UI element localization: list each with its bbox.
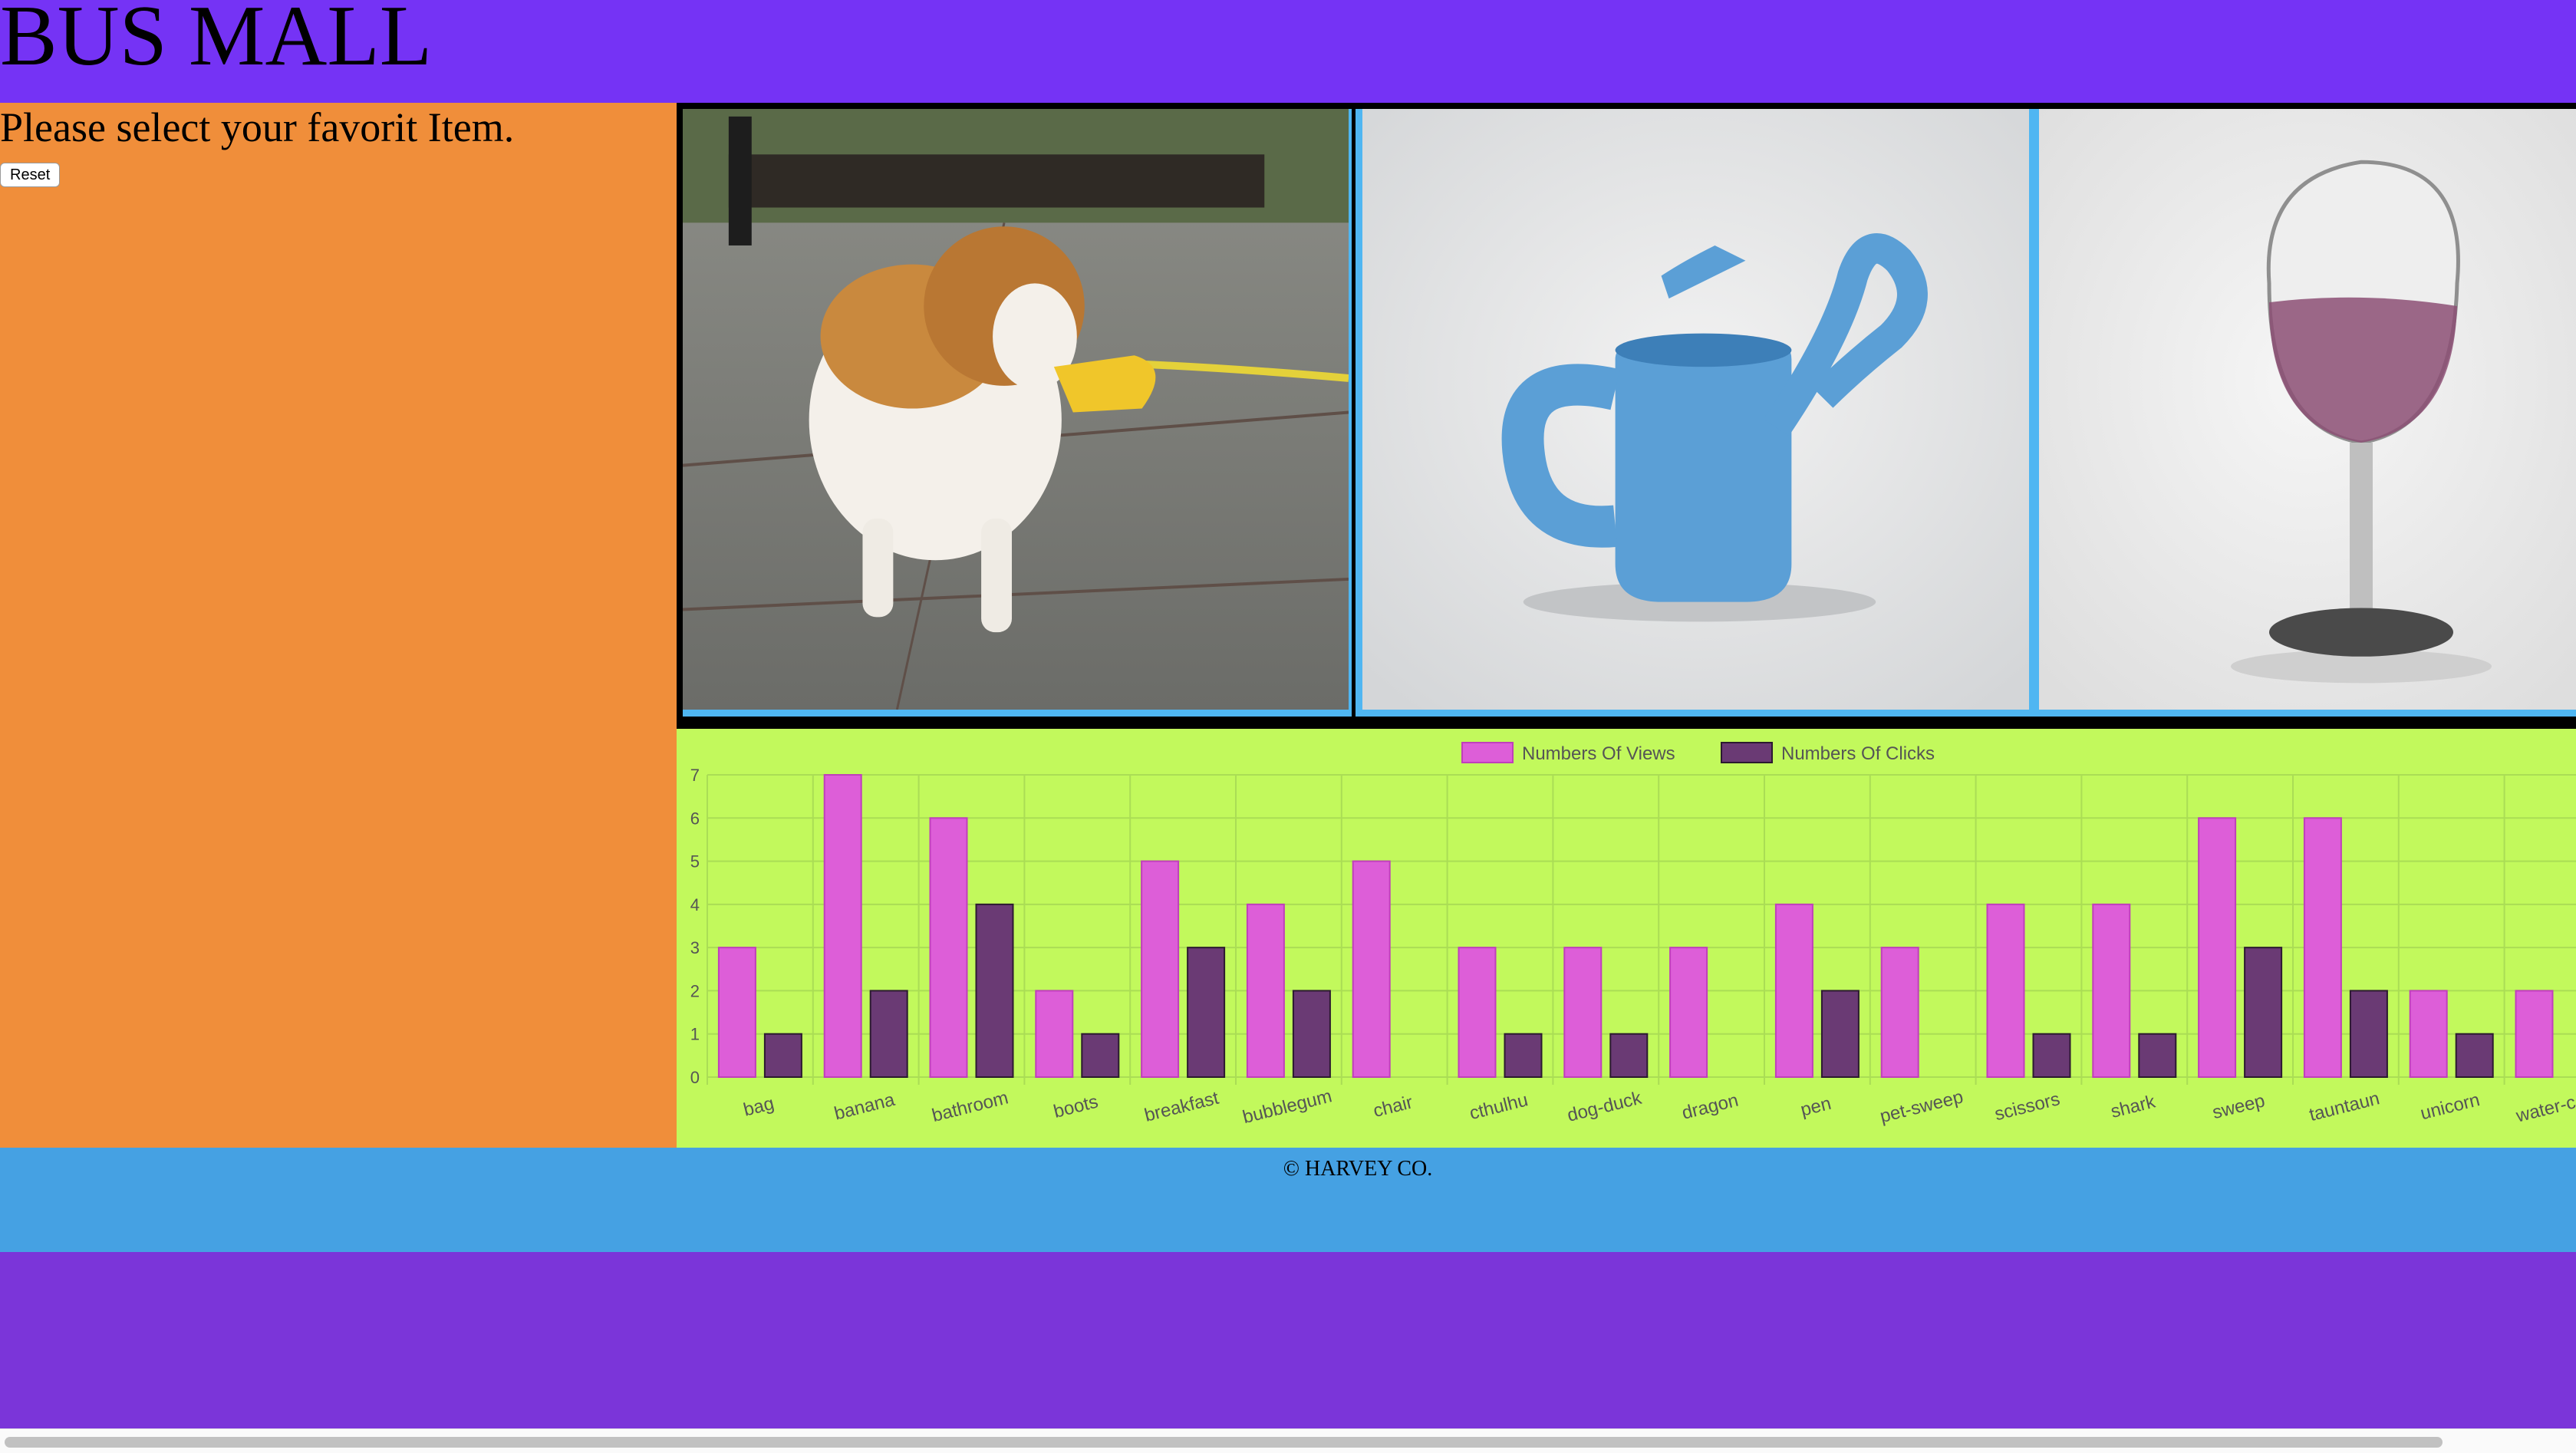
bar-views (2515, 990, 2554, 1078)
site-title: BUS MALL (0, 0, 433, 84)
product-image-water-can[interactable] (1356, 109, 2032, 717)
watering-can-photo (1362, 109, 2029, 710)
page-footer: © HARVEY CO. (0, 1148, 2576, 1252)
bar-views (1563, 947, 1603, 1078)
horizontal-scrollbar[interactable] (0, 1428, 2576, 1453)
bar-clicks (1292, 990, 1331, 1078)
bar-chart: 0 1 2 3 4 5 6 7 bag banana bathroom boots breakfast b… (690, 742, 2576, 1128)
legend-label: Numbers Of Clicks (1781, 743, 1935, 764)
bar-clicks (1820, 990, 1860, 1078)
legend-swatch (1721, 742, 1773, 763)
y-tick-label: 2 (690, 981, 700, 1000)
bar-views (2092, 903, 2131, 1078)
bar-clicks (975, 903, 1014, 1078)
y-tick-label: 5 (690, 852, 700, 871)
bar-clicks (2032, 1033, 2071, 1079)
bar-views (1986, 903, 2025, 1078)
scrollbar-thumb[interactable] (5, 1437, 2443, 1448)
bar-clicks (2455, 1033, 2494, 1079)
bar-views (1880, 947, 1919, 1078)
y-tick-label: 4 (690, 895, 700, 914)
x-tick-label: bubblegum (1240, 1086, 1334, 1128)
bar-clicks (2138, 1033, 2177, 1079)
x-tick-label: dragon (1680, 1090, 1741, 1124)
wine-glass-photo (2039, 109, 2576, 710)
bar-views (929, 817, 968, 1079)
bar-clicks (2349, 990, 2388, 1078)
copyright-text: © HARVEY CO. (1283, 1157, 1433, 1181)
x-tick-label: pet-sweep (1878, 1086, 1965, 1127)
bar-clicks (1609, 1033, 1649, 1079)
reset-button[interactable]: Reset (0, 163, 61, 187)
x-tick-label: dog-duck (1565, 1087, 1644, 1125)
y-tick-label: 0 (690, 1068, 700, 1087)
legend-swatch (1461, 742, 1514, 763)
bar-clicks (763, 1033, 802, 1079)
bar-clicks (869, 990, 908, 1078)
x-tick-label: bag (741, 1093, 776, 1121)
x-tick-label: breakfast (1142, 1088, 1221, 1126)
x-tick-label: boots (1052, 1092, 1101, 1122)
x-tick-label: unicorn (2418, 1089, 2482, 1124)
product-image-dog-duck[interactable] (683, 109, 1352, 717)
x-tick-label: scissors (1992, 1089, 2062, 1125)
x-tick-label: cthulhu (1468, 1089, 1530, 1124)
bar-views (1774, 903, 1813, 1078)
x-tick-label: bathroom (930, 1087, 1010, 1126)
x-tick-label: chair (1371, 1092, 1415, 1122)
y-tick-label: 1 (690, 1025, 700, 1044)
x-tick-label: water-can (2513, 1087, 2576, 1127)
bar-views (823, 774, 862, 1078)
y-tick-label: 6 (690, 809, 700, 828)
y-tick-label: 3 (690, 938, 700, 957)
bar-views (2409, 990, 2448, 1078)
bar-clicks (1187, 947, 1226, 1078)
x-tick-label: banana (832, 1089, 898, 1125)
bar-views (717, 947, 756, 1078)
product-image-strip (677, 103, 2576, 729)
bar-views (1458, 947, 1497, 1078)
dog-with-duck-muzzle-photo (683, 109, 1349, 710)
bar-clicks (2244, 947, 2283, 1078)
bar-views (1669, 947, 1708, 1078)
x-tick-label: shark (2109, 1091, 2158, 1122)
legend-label: Numbers Of Views (1522, 743, 1675, 764)
bar-views (2303, 817, 2342, 1079)
bar-views (1141, 860, 1180, 1078)
selection-prompt: Please select your favorit Item. (0, 104, 515, 150)
page-header: BUS MALL (0, 0, 2576, 103)
bar-views (1035, 990, 1074, 1078)
bar-views (1352, 860, 1391, 1078)
x-tick-label: sweep (2210, 1090, 2267, 1123)
sidebar: Please select your favorit Item. Reset (0, 103, 677, 1148)
bar-views (2198, 817, 2237, 1079)
x-tick-label: tauntaun (2307, 1088, 2381, 1125)
bar-clicks (1081, 1033, 1120, 1079)
x-tick-label: pen (1798, 1093, 1833, 1121)
product-chart: 0 1 2 3 4 5 6 7 bag banana bathroom boots breakfast b… (677, 729, 2576, 1148)
bar-views (1246, 903, 1285, 1078)
product-image-wine-glass[interactable] (2032, 109, 2576, 717)
bar-clicks (1504, 1033, 1543, 1079)
y-tick-label: 7 (690, 766, 700, 785)
